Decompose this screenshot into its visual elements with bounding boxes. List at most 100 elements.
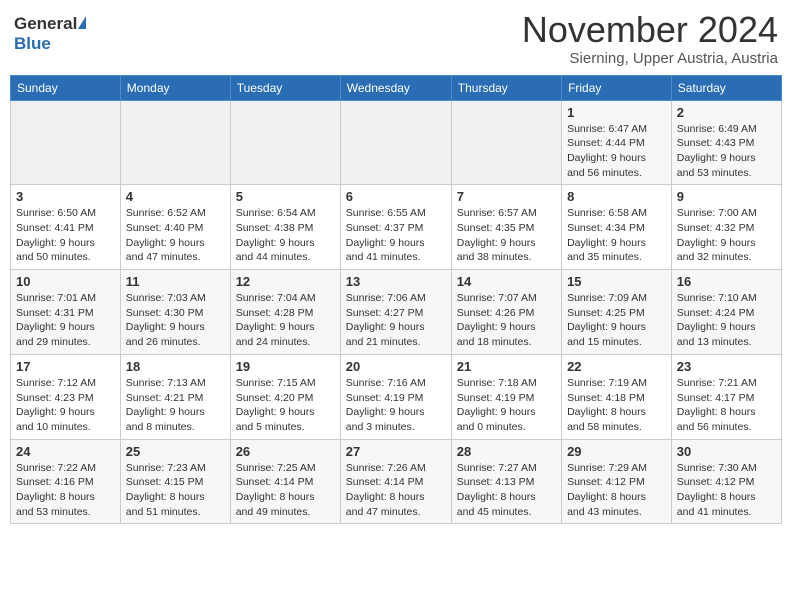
- day-details: Sunrise: 7:19 AM Sunset: 4:18 PM Dayligh…: [567, 376, 666, 435]
- calendar-week-row: 3 Sunrise: 6:50 AM Sunset: 4:41 PM Daylig…: [11, 185, 782, 270]
- calendar-cell: 7 Sunrise: 6:57 AM Sunset: 4:35 PM Daylig…: [451, 185, 561, 270]
- calendar-cell: 26Sunrise: 7:25 AM Sunset: 4:14 PM Dayli…: [230, 439, 340, 524]
- calendar-cell: 5 Sunrise: 6:54 AM Sunset: 4:38 PM Daylig…: [230, 185, 340, 270]
- page-header: General Blue November 2024 Sierning, Upp…: [10, 10, 782, 67]
- day-number: 14: [457, 274, 556, 289]
- month-title: November 2024: [522, 10, 778, 50]
- day-details: Sunrise: 7:09 AM Sunset: 4:25 PM Dayligh…: [567, 291, 666, 350]
- logo-triangle-icon: [78, 16, 86, 29]
- weekday-header-thursday: Thursday: [451, 75, 561, 100]
- calendar-week-row: 1 Sunrise: 6:47 AM Sunset: 4:44 PM Daylig…: [11, 100, 782, 185]
- calendar-week-row: 17 Sunrise: 7:12 AM Sunset: 4:23 PM Dayli…: [11, 354, 782, 439]
- day-number: 12: [236, 274, 335, 289]
- weekday-header-saturday: Saturday: [671, 75, 781, 100]
- calendar-cell: 14 Sunrise: 7:07 AM Sunset: 4:26 PM Dayli…: [451, 270, 561, 355]
- day-number: 15: [567, 274, 666, 289]
- day-details: Sunrise: 7:06 AM Sunset: 4:27 PM Dayligh…: [346, 291, 446, 350]
- weekday-header-friday: Friday: [562, 75, 672, 100]
- day-number: 29: [567, 444, 666, 459]
- day-details: Sunrise: 7:13 AM Sunset: 4:21 PM Dayligh…: [126, 376, 225, 435]
- calendar-cell: 2 Sunrise: 6:49 AM Sunset: 4:43 PM Daylig…: [671, 100, 781, 185]
- day-details: Sunrise: 6:47 AM Sunset: 4:44 PM Dayligh…: [567, 122, 666, 181]
- calendar-cell: 1 Sunrise: 6:47 AM Sunset: 4:44 PM Daylig…: [562, 100, 672, 185]
- calendar-cell: [230, 100, 340, 185]
- day-number: 2: [677, 105, 776, 120]
- calendar-cell: 4Sunrise: 6:52 AM Sunset: 4:40 PM Daylig…: [120, 185, 230, 270]
- day-details: Sunrise: 7:27 AM Sunset: 4:13 PM Dayligh…: [457, 461, 556, 520]
- day-number: 30: [677, 444, 776, 459]
- calendar-cell: 21 Sunrise: 7:18 AM Sunset: 4:19 PM Dayli…: [451, 354, 561, 439]
- day-details: Sunrise: 7:03 AM Sunset: 4:30 PM Dayligh…: [126, 291, 225, 350]
- day-details: Sunrise: 7:04 AM Sunset: 4:28 PM Dayligh…: [236, 291, 335, 350]
- day-details: Sunrise: 7:12 AM Sunset: 4:23 PM Dayligh…: [16, 376, 115, 435]
- calendar-cell: 15 Sunrise: 7:09 AM Sunset: 4:25 PM Dayli…: [562, 270, 672, 355]
- calendar-cell: [340, 100, 451, 185]
- calendar-cell: 8Sunrise: 6:58 AM Sunset: 4:34 PM Daylig…: [562, 185, 672, 270]
- day-details: Sunrise: 7:29 AM Sunset: 4:12 PM Dayligh…: [567, 461, 666, 520]
- day-number: 22: [567, 359, 666, 374]
- day-number: 11: [126, 274, 225, 289]
- day-number: 18: [126, 359, 225, 374]
- calendar-week-row: 10Sunrise: 7:01 AM Sunset: 4:31 PM Dayli…: [11, 270, 782, 355]
- day-details: Sunrise: 7:22 AM Sunset: 4:16 PM Dayligh…: [16, 461, 115, 520]
- calendar-cell: 19 Sunrise: 7:15 AM Sunset: 4:20 PM Dayli…: [230, 354, 340, 439]
- calendar-cell: 28 Sunrise: 7:27 AM Sunset: 4:13 PM Dayli…: [451, 439, 561, 524]
- day-number: 28: [457, 444, 556, 459]
- calendar-cell: 30 Sunrise: 7:30 AM Sunset: 4:12 PM Dayli…: [671, 439, 781, 524]
- location: Sierning, Upper Austria, Austria: [522, 50, 778, 67]
- logo-general: General: [14, 14, 77, 34]
- day-number: 19: [236, 359, 335, 374]
- day-details: Sunrise: 7:26 AM Sunset: 4:14 PM Dayligh…: [346, 461, 446, 520]
- day-number: 26: [236, 444, 335, 459]
- calendar-cell: 20 Sunrise: 7:16 AM Sunset: 4:19 PM Dayli…: [340, 354, 451, 439]
- calendar-cell: 22 Sunrise: 7:19 AM Sunset: 4:18 PM Dayli…: [562, 354, 672, 439]
- day-number: 13: [346, 274, 446, 289]
- day-details: Sunrise: 6:58 AM Sunset: 4:34 PM Dayligh…: [567, 206, 666, 265]
- calendar-cell: 25Sunrise: 7:23 AM Sunset: 4:15 PM Dayli…: [120, 439, 230, 524]
- calendar-cell: 6Sunrise: 6:55 AM Sunset: 4:37 PM Daylig…: [340, 185, 451, 270]
- day-details: Sunrise: 6:49 AM Sunset: 4:43 PM Dayligh…: [677, 122, 776, 181]
- day-number: 16: [677, 274, 776, 289]
- day-number: 25: [126, 444, 225, 459]
- day-details: Sunrise: 7:18 AM Sunset: 4:19 PM Dayligh…: [457, 376, 556, 435]
- calendar-cell: 23Sunrise: 7:21 AM Sunset: 4:17 PM Dayli…: [671, 354, 781, 439]
- day-details: Sunrise: 6:54 AM Sunset: 4:38 PM Dayligh…: [236, 206, 335, 265]
- calendar-cell: 11 Sunrise: 7:03 AM Sunset: 4:30 PM Dayli…: [120, 270, 230, 355]
- calendar-cell: 29 Sunrise: 7:29 AM Sunset: 4:12 PM Dayli…: [562, 439, 672, 524]
- day-details: Sunrise: 7:10 AM Sunset: 4:24 PM Dayligh…: [677, 291, 776, 350]
- day-details: Sunrise: 6:57 AM Sunset: 4:35 PM Dayligh…: [457, 206, 556, 265]
- day-details: Sunrise: 6:50 AM Sunset: 4:41 PM Dayligh…: [16, 206, 115, 265]
- day-number: 20: [346, 359, 446, 374]
- calendar-cell: 12 Sunrise: 7:04 AM Sunset: 4:28 PM Dayli…: [230, 270, 340, 355]
- day-details: Sunrise: 7:30 AM Sunset: 4:12 PM Dayligh…: [677, 461, 776, 520]
- calendar-cell: [451, 100, 561, 185]
- day-details: Sunrise: 7:00 AM Sunset: 4:32 PM Dayligh…: [677, 206, 776, 265]
- day-details: Sunrise: 7:16 AM Sunset: 4:19 PM Dayligh…: [346, 376, 446, 435]
- day-number: 21: [457, 359, 556, 374]
- calendar-cell: 9 Sunrise: 7:00 AM Sunset: 4:32 PM Daylig…: [671, 185, 781, 270]
- day-number: 27: [346, 444, 446, 459]
- calendar-cell: 16 Sunrise: 7:10 AM Sunset: 4:24 PM Dayli…: [671, 270, 781, 355]
- weekday-header-row: SundayMondayTuesdayWednesdayThursdayFrid…: [11, 75, 782, 100]
- day-number: 6: [346, 189, 446, 204]
- day-number: 7: [457, 189, 556, 204]
- calendar-week-row: 24 Sunrise: 7:22 AM Sunset: 4:16 PM Dayli…: [11, 439, 782, 524]
- calendar-cell: 24 Sunrise: 7:22 AM Sunset: 4:16 PM Dayli…: [11, 439, 121, 524]
- day-details: Sunrise: 7:01 AM Sunset: 4:31 PM Dayligh…: [16, 291, 115, 350]
- day-number: 9: [677, 189, 776, 204]
- day-details: Sunrise: 7:07 AM Sunset: 4:26 PM Dayligh…: [457, 291, 556, 350]
- day-number: 24: [16, 444, 115, 459]
- day-number: 5: [236, 189, 335, 204]
- title-section: November 2024 Sierning, Upper Austria, A…: [522, 10, 778, 67]
- day-number: 17: [16, 359, 115, 374]
- weekday-header-sunday: Sunday: [11, 75, 121, 100]
- day-details: Sunrise: 7:15 AM Sunset: 4:20 PM Dayligh…: [236, 376, 335, 435]
- day-details: Sunrise: 7:21 AM Sunset: 4:17 PM Dayligh…: [677, 376, 776, 435]
- calendar-table: SundayMondayTuesdayWednesdayThursdayFrid…: [10, 75, 782, 525]
- calendar-cell: [120, 100, 230, 185]
- day-details: Sunrise: 6:52 AM Sunset: 4:40 PM Dayligh…: [126, 206, 225, 265]
- calendar-cell: 13 Sunrise: 7:06 AM Sunset: 4:27 PM Dayli…: [340, 270, 451, 355]
- logo: General Blue: [14, 14, 86, 54]
- day-number: 1: [567, 105, 666, 120]
- day-number: 3: [16, 189, 115, 204]
